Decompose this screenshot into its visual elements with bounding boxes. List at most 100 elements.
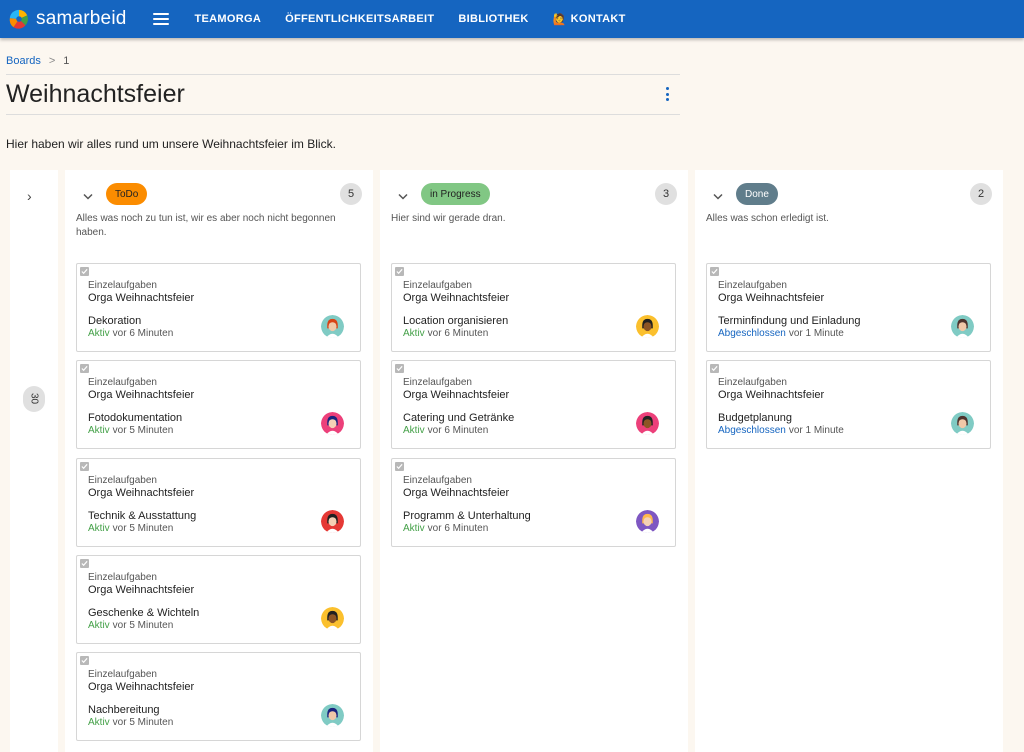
collapsed-column: › 30	[10, 170, 58, 752]
card-status: Aktiv	[88, 523, 110, 534]
column-status-pill[interactable]: Done	[736, 183, 778, 205]
chevron-down-icon[interactable]	[398, 188, 408, 200]
avatar[interactable]	[321, 607, 344, 630]
avatar[interactable]	[636, 412, 659, 435]
task-card[interactable]: Einzelaufgaben Orga Weihnachtsfeier Dekora…	[76, 263, 361, 352]
chevron-down-icon[interactable]	[713, 188, 723, 200]
card-status: Aktiv	[88, 328, 110, 339]
card-time: vor 1 Minute	[788, 425, 844, 436]
card-time: vor 5 Minuten	[112, 425, 174, 436]
task-checkbox-icon	[395, 267, 404, 276]
task-card[interactable]: Einzelaufgaben Orga Weihnachtsfeier Cateri…	[391, 360, 676, 449]
column-count-badge: 3	[655, 183, 677, 205]
task-checkbox-icon	[395, 462, 404, 471]
nav-item-label: ÖFFENTLICHKEITSARBEIT	[285, 13, 435, 25]
chevron-right-icon[interactable]: ›	[27, 188, 32, 204]
card-task-title: Programm & Unterhaltung	[403, 510, 531, 522]
main-nav: TEAMORGA ÖFFENTLICHKEITSARBEIT BIBLIOTHE…	[195, 13, 650, 26]
card-status-line: Abgeschlossen vor 1 Minute	[718, 425, 844, 436]
card-project: Orga Weihnachtsfeier	[718, 389, 825, 401]
menu-icon[interactable]	[152, 13, 169, 25]
task-card[interactable]: Einzelaufgaben Orga Weihnachtsfeier Progra…	[391, 458, 676, 547]
card-status-line: Aktiv vor 6 Minuten	[403, 523, 488, 534]
card-time: vor 6 Minuten	[427, 425, 489, 436]
avatar[interactable]	[636, 315, 659, 338]
card-task-title: Fotodokumentation	[88, 412, 183, 424]
card-category: Einzelaufgaben	[88, 475, 157, 486]
breadcrumb-current: 1	[63, 55, 70, 67]
card-status-line: Aktiv vor 6 Minuten	[403, 425, 488, 436]
avatar[interactable]	[321, 315, 344, 338]
card-status: Abgeschlossen	[718, 425, 786, 436]
avatar[interactable]	[321, 704, 344, 727]
card-status: Aktiv	[88, 717, 110, 728]
card-status-line: Aktiv vor 6 Minuten	[88, 328, 173, 339]
app-logo[interactable]: samarbeid	[8, 8, 127, 30]
kanban-column: in Progress 3 Hier sind wir gerade dran. Ei…	[380, 170, 688, 752]
avatar[interactable]	[951, 315, 974, 338]
card-project: Orga Weihnachtsfeier	[403, 487, 510, 499]
chevron-down-icon[interactable]	[83, 188, 93, 200]
card-time: vor 6 Minuten	[427, 328, 489, 339]
card-status-line: Abgeschlossen vor 1 Minute	[718, 328, 844, 339]
nav-item-teamorga[interactable]: TEAMORGA	[195, 13, 262, 26]
card-project: Orga Weihnachtsfeier	[88, 389, 195, 401]
avatar[interactable]	[321, 412, 344, 435]
column-count-badge: 5	[340, 183, 362, 205]
task-card[interactable]: Einzelaufgaben Orga Weihnachtsfeier Locati…	[391, 263, 676, 352]
task-checkbox-icon	[80, 364, 89, 373]
avatar[interactable]	[951, 412, 974, 435]
column-description: Hier sind wir gerade dran.	[391, 213, 506, 224]
avatar[interactable]	[321, 510, 344, 533]
task-card[interactable]: Einzelaufgaben Orga Weihnachtsfeier Termin…	[706, 263, 991, 352]
card-time: vor 6 Minuten	[427, 523, 489, 534]
breadcrumb-boards-link[interactable]: Boards	[6, 55, 41, 67]
nav-item-bibliothek[interactable]: BIBLIOTHEK	[458, 13, 528, 26]
card-status-line: Aktiv vor 5 Minuten	[88, 425, 173, 436]
column-header: ToDo 5 Alles was noch zu tun ist, wir es a…	[65, 170, 373, 238]
card-status-line: Aktiv vor 5 Minuten	[88, 523, 173, 534]
nav-item-label: KONTAKT	[570, 13, 626, 25]
card-category: Einzelaufgaben	[88, 280, 157, 291]
card-status: Aktiv	[403, 328, 425, 339]
card-status: Aktiv	[88, 620, 110, 631]
card-time: vor 5 Minuten	[112, 717, 174, 728]
task-card[interactable]: Einzelaufgaben Orga Weihnachtsfeier Nachbe…	[76, 652, 361, 741]
task-card[interactable]: Einzelaufgaben Orga Weihnachtsfeier Fotodo…	[76, 360, 361, 449]
card-project: Orga Weihnachtsfeier	[88, 681, 195, 693]
card-category: Einzelaufgaben	[88, 669, 157, 680]
more-options-icon[interactable]	[664, 87, 670, 101]
app-name: samarbeid	[36, 8, 127, 29]
card-status: Abgeschlossen	[718, 328, 786, 339]
divider	[6, 74, 680, 75]
divider	[6, 114, 680, 115]
column-status-pill[interactable]: in Progress	[421, 183, 490, 205]
page-description: Hier haben wir alles rund um unsere Weih…	[6, 137, 336, 151]
card-category: Einzelaufgaben	[403, 475, 472, 486]
task-card[interactable]: Einzelaufgaben Orga Weihnachtsfeier Techni…	[76, 458, 361, 547]
card-project: Orga Weihnachtsfeier	[88, 292, 195, 304]
card-status-line: Aktiv vor 5 Minuten	[88, 620, 173, 631]
card-category: Einzelaufgaben	[88, 572, 157, 583]
card-time: vor 5 Minuten	[112, 620, 174, 631]
task-card[interactable]: Einzelaufgaben Orga Weihnachtsfeier Budget…	[706, 360, 991, 449]
card-category: Einzelaufgaben	[718, 280, 787, 291]
card-task-title: Nachbereitung	[88, 704, 160, 716]
breadcrumb-separator: >	[48, 55, 56, 67]
nav-item-oeffentlichkeitsarbeit[interactable]: ÖFFENTLICHKEITSARBEIT	[285, 13, 434, 26]
avatar[interactable]	[636, 510, 659, 533]
task-card[interactable]: Einzelaufgaben Orga Weihnachtsfeier Gesche…	[76, 555, 361, 644]
card-project: Orga Weihnachtsfeier	[403, 292, 510, 304]
task-checkbox-icon	[710, 267, 719, 276]
card-category: Einzelaufgaben	[403, 280, 472, 291]
card-task-title: Location organisieren	[403, 315, 509, 327]
column-status-pill[interactable]: ToDo	[106, 183, 148, 205]
nav-item-kontakt[interactable]: 🙋 KONTAKT	[553, 13, 626, 26]
card-project: Orga Weihnachtsfeier	[403, 389, 510, 401]
column-description: Alles was schon erledigt ist.	[706, 213, 829, 224]
card-project: Orga Weihnachtsfeier	[88, 487, 195, 499]
task-checkbox-icon	[80, 462, 89, 471]
column-header: in Progress 3 Hier sind wir gerade dran.	[380, 170, 688, 230]
card-status: Aktiv	[403, 523, 425, 534]
nav-item-label: TEAMORGA	[194, 13, 262, 25]
